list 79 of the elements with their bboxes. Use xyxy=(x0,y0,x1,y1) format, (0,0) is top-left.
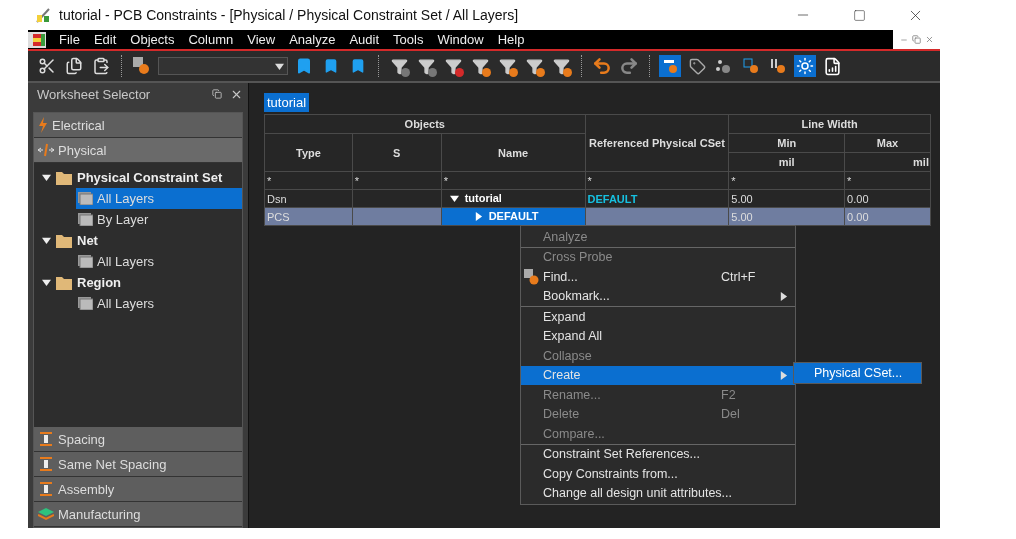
expand-arrow-icon[interactable] xyxy=(42,236,51,245)
menu-item[interactable]: Copy Constraints from... xyxy=(521,464,795,484)
menu-item[interactable]: Help xyxy=(490,32,532,47)
menu-item[interactable]: View xyxy=(240,32,283,47)
expand-arrow-icon[interactable] xyxy=(449,193,459,203)
menu-item[interactable]: Expand All xyxy=(521,326,795,346)
column-group-header: Line Width xyxy=(728,114,931,134)
menu-item[interactable]: Expand xyxy=(521,307,795,327)
folder-icon xyxy=(56,275,72,290)
undo-icon[interactable] xyxy=(591,55,613,77)
layers-icon xyxy=(38,507,54,521)
submenu-arrow-icon[interactable] xyxy=(779,291,788,301)
table-icon xyxy=(78,213,93,226)
menu-item[interactable]: Constraint Set References... xyxy=(521,444,795,464)
menu-item[interactable]: Edit xyxy=(86,32,124,47)
spacing-icon xyxy=(38,457,54,471)
category-bar[interactable]: Physical xyxy=(34,138,242,163)
category-label: Manufacturing xyxy=(58,506,141,522)
tree-item[interactable]: All Layers xyxy=(76,251,242,272)
menu-item[interactable]: Physical CSet... xyxy=(794,363,921,383)
expand-arrow-icon[interactable] xyxy=(42,278,51,287)
tree-node[interactable]: Region xyxy=(77,275,122,290)
menu-item[interactable]: Audit xyxy=(342,32,387,47)
spacing-icon xyxy=(38,482,54,496)
table-icon xyxy=(78,297,93,310)
width-arrows-icon xyxy=(38,143,54,157)
category-label: Spacing xyxy=(58,431,105,447)
category-bar[interactable]: Assembly xyxy=(34,477,242,502)
sun-icon[interactable] xyxy=(794,55,816,77)
menu-item[interactable]: Analyze xyxy=(282,32,343,47)
find-icon xyxy=(523,268,540,285)
lightning-icon xyxy=(38,117,48,133)
window-title: tutorial - PCB Constraints - [Physical / Physical Constraint Set / All Layers] xyxy=(59,7,520,23)
menu-item[interactable]: Objects xyxy=(123,32,182,47)
tree-item[interactable]: All Layers xyxy=(76,293,242,314)
category-bar[interactable]: Manufacturing xyxy=(34,502,242,527)
worksheet-icon[interactable] xyxy=(659,55,681,77)
worksheet-tab[interactable]: tutorial xyxy=(264,93,310,112)
table-icon xyxy=(78,255,93,268)
category-bar[interactable]: Electrical xyxy=(34,113,242,138)
tree-item-label: All Layers xyxy=(97,191,155,206)
expand-arrow-icon[interactable] xyxy=(42,173,51,182)
category-label: Electrical xyxy=(52,117,105,133)
maximize-icon[interactable] xyxy=(852,8,866,22)
category-bar[interactable]: Spacing xyxy=(34,427,242,452)
redo-icon[interactable] xyxy=(618,55,640,77)
panel-title: Worksheet Selector xyxy=(37,86,152,102)
menu-item[interactable]: Column xyxy=(181,32,241,47)
restore-icon[interactable] xyxy=(212,89,222,99)
close-icon[interactable] xyxy=(924,35,934,44)
menu-item[interactable]: Tools xyxy=(386,32,431,47)
dropdown-caret-icon[interactable] xyxy=(275,61,284,71)
tree-item-label: All Layers xyxy=(97,296,155,311)
tree-item-label: By Layer xyxy=(97,212,149,227)
menu-item[interactable]: File xyxy=(52,32,87,47)
tree-node[interactable]: Physical Constraint Set xyxy=(77,170,223,185)
category-label: Physical xyxy=(58,142,107,158)
column-header[interactable]: S xyxy=(352,133,442,172)
category-label: Same Net Spacing xyxy=(58,456,167,472)
spacing-icon xyxy=(38,432,54,446)
column-header[interactable]: Referenced Physical CSet xyxy=(585,114,729,172)
menu-item[interactable]: Bookmark... xyxy=(521,286,795,306)
tree-item[interactable]: By Layer xyxy=(76,209,242,230)
menu-item[interactable]: Find... Ctrl+F xyxy=(521,267,795,287)
category-bar[interactable]: Same Net Spacing xyxy=(34,452,242,477)
menu-item[interactable]: Change all design unit attributes... xyxy=(521,483,795,503)
tree-node[interactable]: Net xyxy=(77,233,98,248)
category-label: Assembly xyxy=(58,481,115,497)
tree-item[interactable]: All Layers xyxy=(76,188,242,209)
table-icon xyxy=(78,192,93,205)
tree-item-label: All Layers xyxy=(97,254,155,269)
folder-icon xyxy=(56,233,72,248)
menu-item[interactable]: Create xyxy=(521,365,795,385)
column-group-header: Objects xyxy=(264,114,586,134)
app-icon xyxy=(35,6,53,24)
column-header[interactable]: Name xyxy=(441,133,586,172)
folder-icon xyxy=(56,170,72,185)
menu-item[interactable]: Window xyxy=(430,32,491,47)
column-header[interactable]: Type xyxy=(264,133,353,172)
